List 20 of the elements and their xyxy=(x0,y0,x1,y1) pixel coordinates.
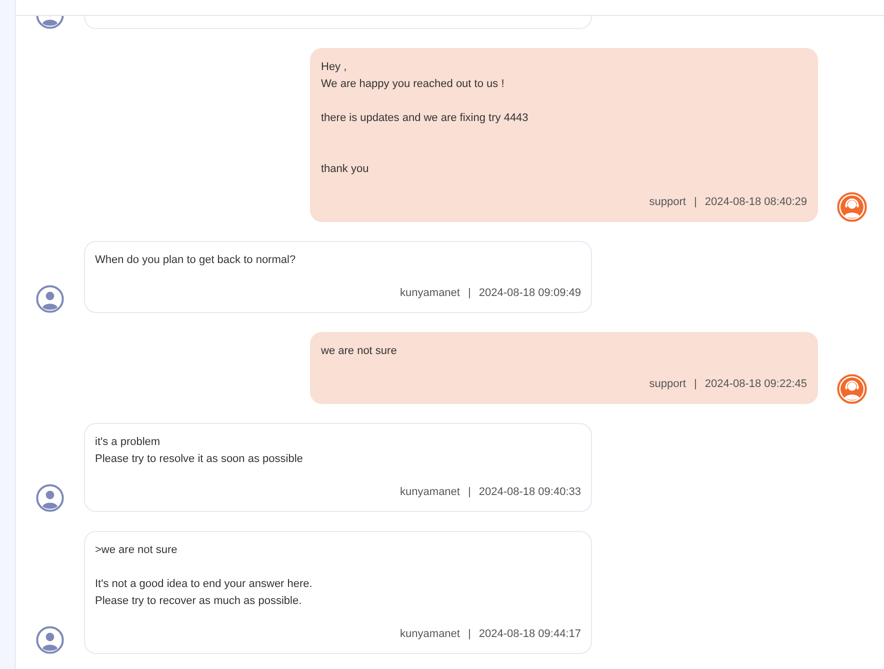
message-text: it's a problem Please try to resolve it as soon as possible xyxy=(95,435,304,467)
message-author: support xyxy=(649,195,686,210)
message-text: When do you plan to get back to normal? xyxy=(95,253,297,268)
message-time: 2024-08-18 08:40:29 xyxy=(704,195,807,210)
message-author: kunyamanet xyxy=(400,485,460,500)
separator: | xyxy=(468,627,471,642)
message-time: 2024-08-18 09:40:33 xyxy=(478,485,581,500)
message-text: we are not sure xyxy=(321,344,398,359)
message-author: kunyamanet xyxy=(400,286,460,301)
message-author: support xyxy=(649,377,686,392)
message-time: 2024-08-18 09:22:45 xyxy=(704,377,807,392)
message-author: kunyamanet xyxy=(400,627,460,642)
message-text: Hey , We are happy you reached out to us ! there is updates and we are fixing try 4443 thank you xyxy=(321,60,530,177)
separator: | xyxy=(468,286,471,301)
message-text: >we are not sure It's not a good idea to end your answer here. Please try to recover as much as possible. xyxy=(95,543,314,609)
message-time: 2024-08-18 09:09:49 xyxy=(478,286,581,301)
separator: | xyxy=(694,377,697,392)
separator: | xyxy=(468,485,471,500)
message-time: 2024-08-18 09:44:17 xyxy=(478,627,581,642)
separator: | xyxy=(694,195,697,210)
